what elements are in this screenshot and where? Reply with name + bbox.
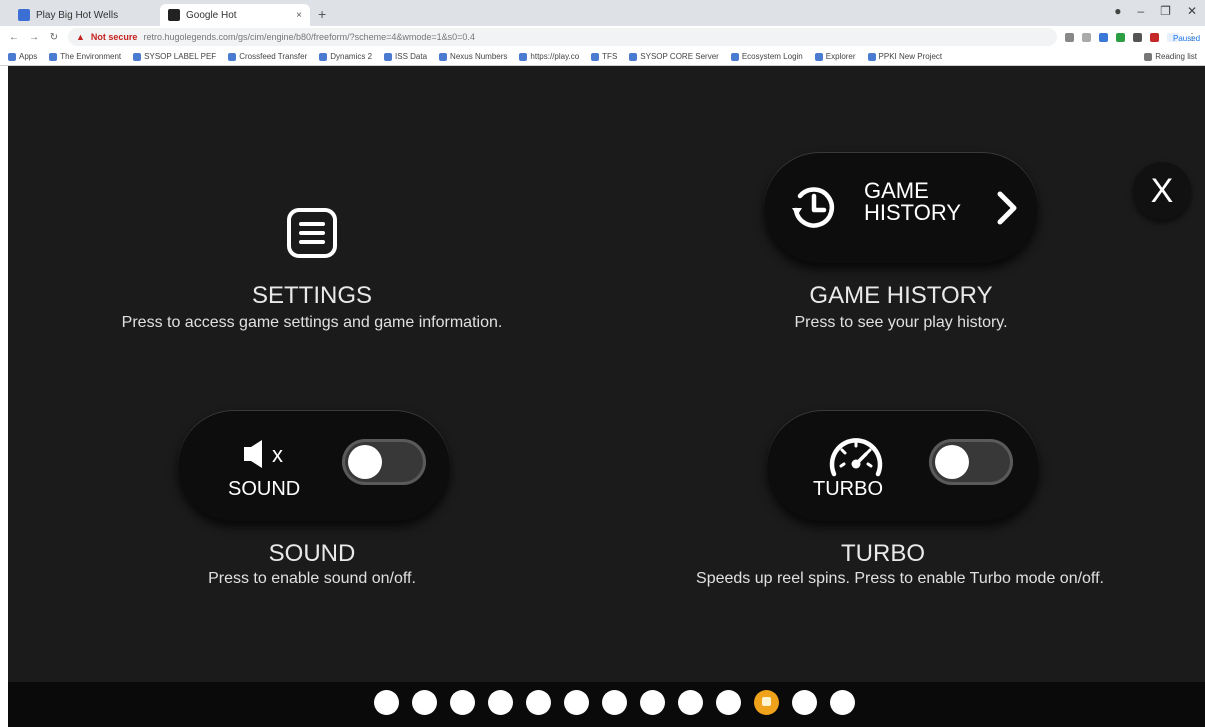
- paused-badge[interactable]: Paused: [1167, 32, 1200, 43]
- game-info-screen: X SETTINGS Press to access game settings…: [0, 66, 1205, 727]
- tab-label: Google Hot: [186, 9, 237, 21]
- bookmark-item[interactable]: Apps: [8, 52, 37, 61]
- reading-list[interactable]: Reading list: [1144, 52, 1197, 61]
- bookmark-item[interactable]: Dynamics 2: [319, 52, 372, 61]
- turbo-control: TURBO: [767, 410, 1039, 521]
- warning-icon: ▲: [76, 32, 85, 42]
- turbo-description: Speeds up reel spins. Press to enable Tu…: [696, 570, 1104, 587]
- left-edge: [0, 66, 8, 727]
- page-dot[interactable]: [526, 690, 551, 715]
- close-button[interactable]: X: [1133, 162, 1191, 220]
- extension-icon[interactable]: [1116, 32, 1125, 42]
- history-clock-icon: [792, 187, 835, 228]
- new-tab-icon[interactable]: +: [318, 6, 326, 22]
- minimize-icon[interactable]: –: [1137, 4, 1144, 18]
- chevron-right-icon: [997, 191, 1017, 225]
- page-dot[interactable]: [564, 690, 589, 715]
- browser-tab-1[interactable]: Play Big Hot Wells ×: [10, 4, 175, 26]
- more-icon[interactable]: ⋮: [1187, 32, 1197, 43]
- back-icon[interactable]: ←: [8, 32, 20, 43]
- menu-icon[interactable]: [287, 208, 337, 258]
- page-dot[interactable]: [640, 690, 665, 715]
- toggle-knob: [348, 445, 382, 479]
- forward-icon[interactable]: →: [28, 32, 40, 43]
- close-window-icon[interactable]: ✕: [1187, 4, 1197, 18]
- game-history-description: Press to see your play history.: [794, 314, 1008, 331]
- game-history-label: GAME HISTORY: [864, 178, 961, 225]
- turbo-toggle[interactable]: [929, 439, 1013, 485]
- bookmark-item[interactable]: SYSOP CORE Server: [629, 52, 719, 61]
- mute-mark: x: [272, 442, 283, 467]
- close-label: X: [1150, 171, 1174, 210]
- sound-toggle[interactable]: [342, 439, 426, 485]
- bookmark-item[interactable]: Crossfeed Transfer: [228, 52, 307, 61]
- page-dot[interactable]: [716, 690, 741, 715]
- page-indicator: [374, 690, 855, 715]
- page-dot[interactable]: [830, 690, 855, 715]
- puzzle-icon[interactable]: [1133, 32, 1142, 42]
- browser-chrome: Play Big Hot Wells × Google Hot × + ● – …: [0, 0, 1205, 66]
- extensions-area: Paused ⋮: [1065, 32, 1200, 43]
- bookmark-item[interactable]: Ecosystem Login: [730, 52, 803, 61]
- turbo-title: TURBO: [841, 540, 925, 567]
- address-row: ← → ↻ ▲ Not secure retro.hugolegends.com…: [0, 26, 1205, 48]
- bookmark-item[interactable]: https://play.co: [519, 52, 579, 61]
- url-text: retro.hugolegends.com/gs/cim/engine/b80/…: [143, 32, 475, 42]
- page-dot[interactable]: [374, 690, 399, 715]
- reload-icon[interactable]: ↻: [48, 32, 60, 43]
- settings-description: Press to access game settings and game i…: [121, 314, 503, 331]
- bookmarks-bar: Apps The Environment SYSOP LABEL PEF Cro…: [0, 48, 1205, 66]
- page-dot[interactable]: [450, 690, 475, 715]
- browser-tab-2[interactable]: Google Hot ×: [160, 4, 310, 26]
- bookmark-item[interactable]: TFS: [591, 52, 617, 61]
- settings-title: SETTINGS: [251, 282, 372, 309]
- page-dot-active[interactable]: [754, 690, 779, 715]
- tab-bar: Play Big Hot Wells × Google Hot × + ● – …: [0, 0, 1205, 26]
- sound-description: Press to enable sound on/off.: [208, 570, 416, 587]
- toggle-knob: [935, 445, 969, 479]
- maximize-icon[interactable]: ❐: [1160, 4, 1171, 18]
- security-label: Not secure: [90, 32, 138, 42]
- page-dot[interactable]: [412, 690, 437, 715]
- close-tab-icon[interactable]: ×: [296, 10, 302, 21]
- address-bar[interactable]: ▲ Not secure retro.hugolegends.com/gs/ci…: [68, 28, 1057, 46]
- bookmark-item[interactable]: SYSOP LABEL PEF: [133, 52, 216, 61]
- sound-title: SOUND: [268, 540, 356, 567]
- tab-favicon-icon: [18, 9, 30, 21]
- extension-icon[interactable]: [1099, 32, 1108, 42]
- speaker-muted-icon: x: [244, 440, 283, 468]
- bookmark-item[interactable]: The Environment: [49, 52, 121, 61]
- turbo-button-label: TURBO: [813, 478, 883, 500]
- page-dot[interactable]: [792, 690, 817, 715]
- sound-control: x SOUND: [178, 410, 450, 521]
- star-icon[interactable]: [1082, 32, 1091, 42]
- bookmark-item[interactable]: Nexus Numbers: [439, 52, 507, 61]
- key-icon[interactable]: [1065, 32, 1074, 42]
- record-icon[interactable]: ●: [1114, 4, 1121, 18]
- page-dot[interactable]: [678, 690, 703, 715]
- bookmark-item[interactable]: ISS Data: [384, 52, 427, 61]
- profile-avatar[interactable]: [1150, 32, 1159, 42]
- speedometer-icon: [829, 438, 883, 477]
- sound-button-label: SOUND: [228, 478, 301, 500]
- game-history-title: GAME HISTORY: [809, 282, 993, 309]
- page-dot[interactable]: [488, 690, 513, 715]
- window-controls: ● – ❐ ✕: [1114, 4, 1197, 18]
- tab-label: Play Big Hot Wells: [36, 9, 119, 21]
- bookmark-item[interactable]: Explorer: [814, 52, 856, 61]
- page-dot[interactable]: [602, 690, 627, 715]
- bookmark-item[interactable]: PPKI New Project: [867, 52, 942, 61]
- tab-favicon-icon: [168, 9, 180, 21]
- game-history-button[interactable]: GAME HISTORY: [764, 152, 1038, 263]
